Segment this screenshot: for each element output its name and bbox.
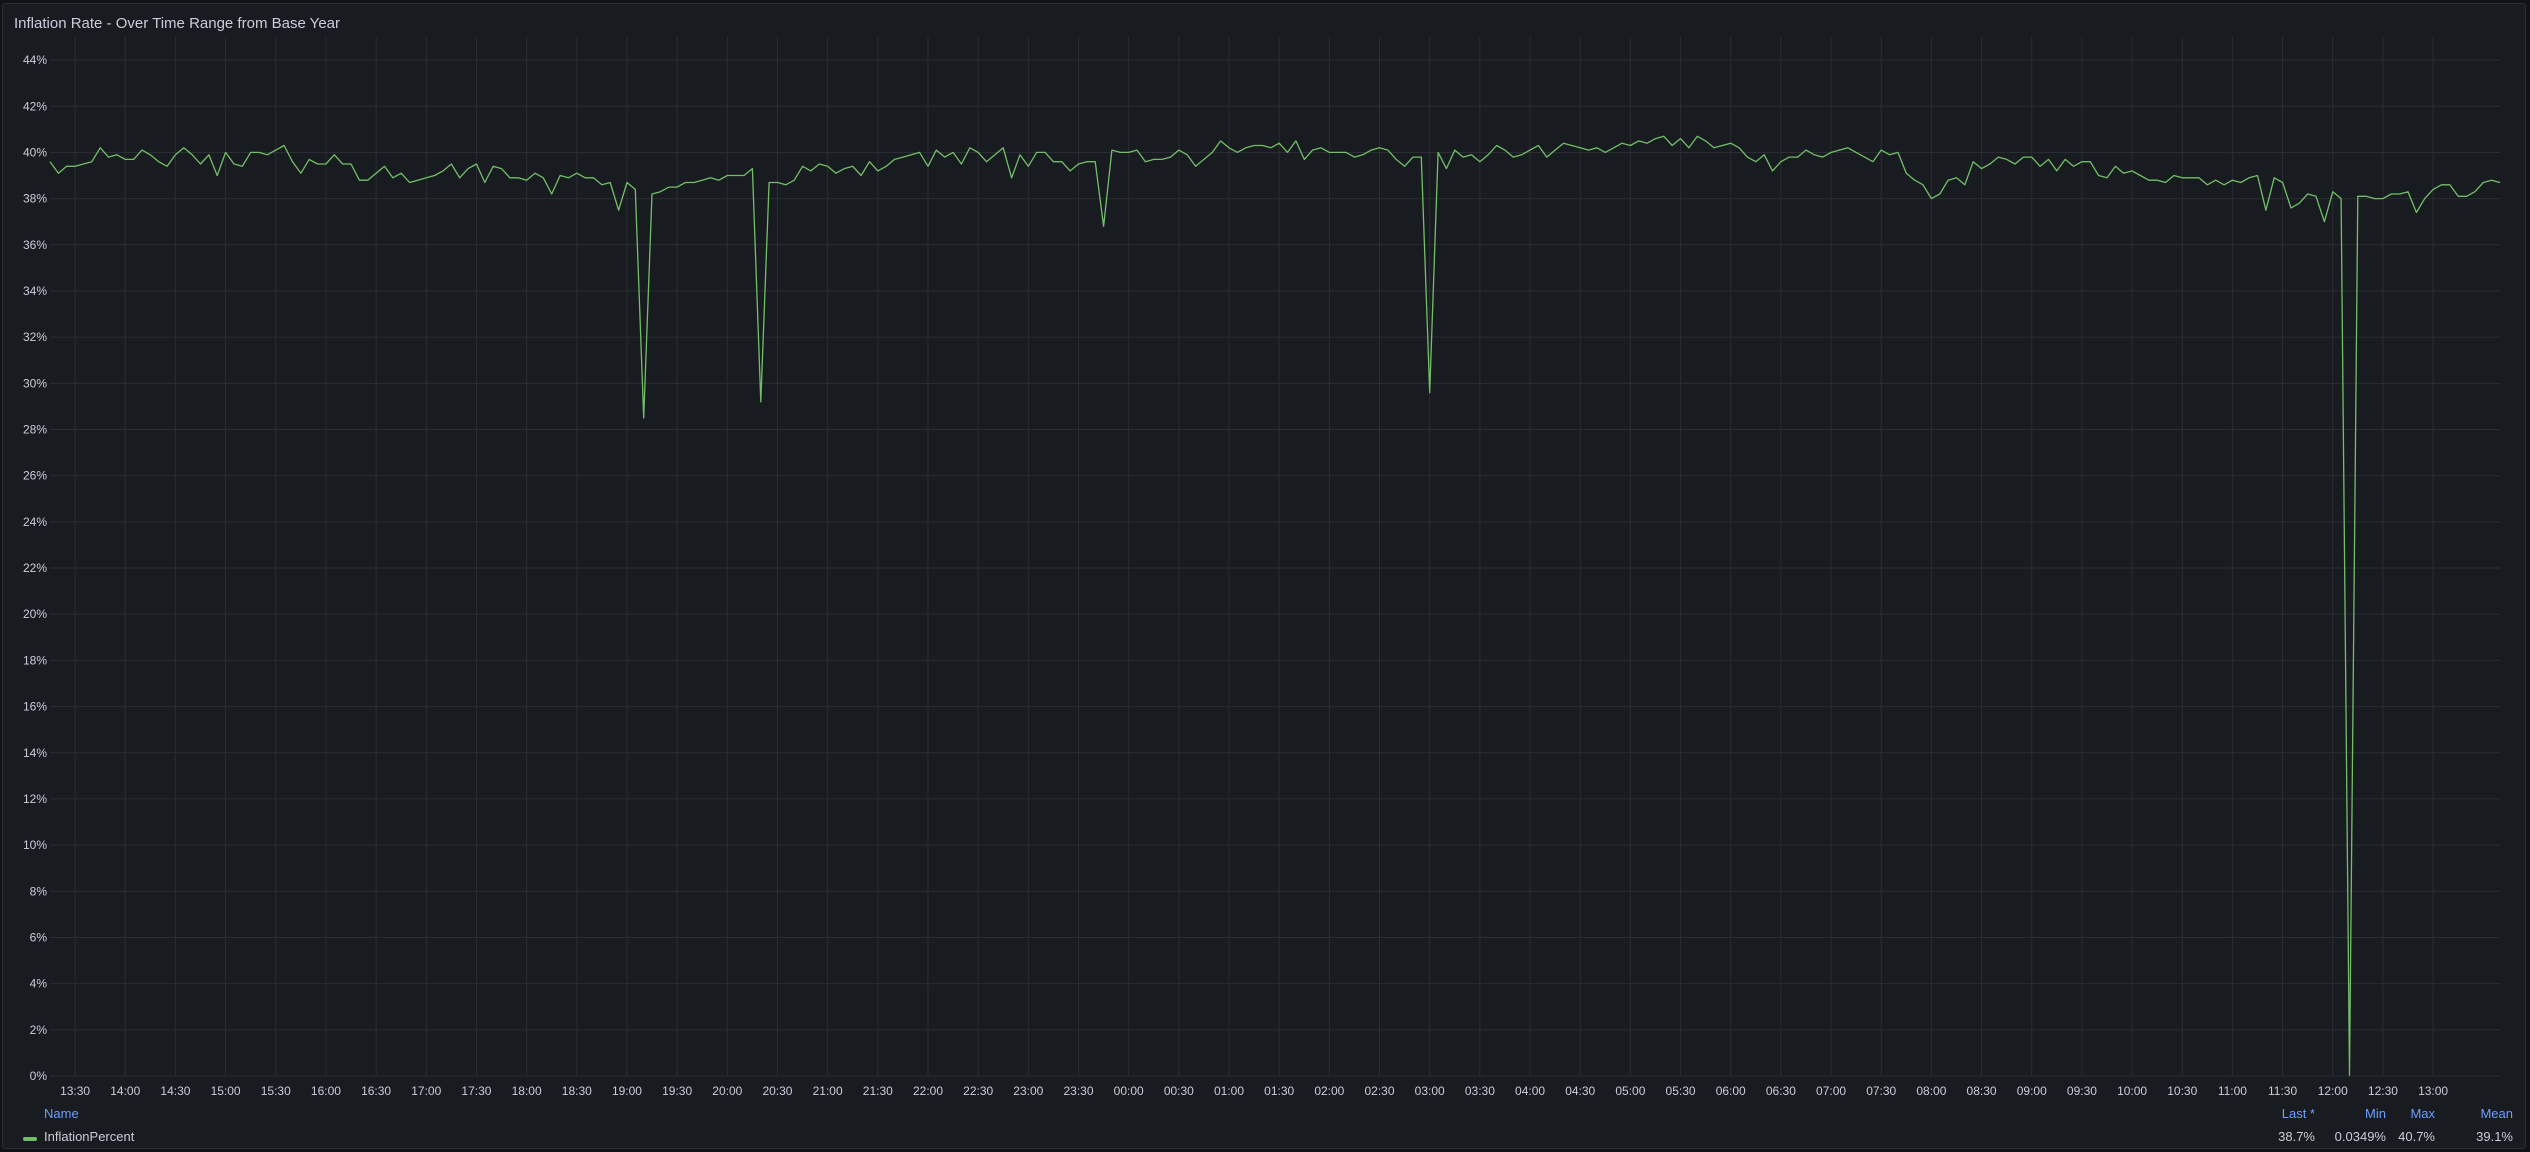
- x-tick-label: 21:30: [863, 1084, 893, 1098]
- x-tick-label: 00:30: [1164, 1084, 1194, 1098]
- x-tick-label: 15:30: [261, 1084, 291, 1098]
- legend-max-value: 40.7%: [2398, 1129, 2435, 1144]
- y-tick-label: 18%: [23, 653, 47, 667]
- x-axis-ticks: 13:30 14:00 14:30 15:00 15:30 16:00 16:30 17:00…: [60, 1084, 2448, 1098]
- x-tick-label: 18:00: [512, 1084, 542, 1098]
- y-tick-label: 34%: [23, 284, 47, 298]
- x-tick-label: 01:30: [1264, 1084, 1294, 1098]
- y-tick-label: 16%: [23, 700, 47, 714]
- x-tick-label: 23:30: [1063, 1084, 1093, 1098]
- x-tick-label: 14:00: [110, 1084, 140, 1098]
- x-tick-label: 20:30: [762, 1084, 792, 1098]
- x-tick-label: 09:00: [2017, 1084, 2047, 1098]
- x-tick-label: 07:30: [1866, 1084, 1896, 1098]
- x-tick-label: 19:00: [612, 1084, 642, 1098]
- x-tick-label: 16:00: [311, 1084, 341, 1098]
- line-chart[interactable]: 0% 2% 4% 6% 8% 10% 12% 14% 16% 18% 20% 22% 24% 26% 28%…: [3, 4, 2527, 1104]
- x-tick-label: 02:00: [1314, 1084, 1344, 1098]
- y-tick-label: 36%: [23, 238, 47, 252]
- x-tick-label: 20:00: [712, 1084, 742, 1098]
- y-tick-label: 44%: [23, 53, 47, 67]
- legend-series-swatch: [23, 1137, 37, 1141]
- legend-header-name[interactable]: Name: [44, 1106, 79, 1121]
- x-tick-label: 10:30: [2167, 1084, 2197, 1098]
- x-tick-label: 03:00: [1415, 1084, 1445, 1098]
- x-tick-label: 14:30: [160, 1084, 190, 1098]
- x-tick-label: 22:00: [913, 1084, 943, 1098]
- y-tick-label: 14%: [23, 746, 47, 760]
- legend-last-value: 38.7%: [2278, 1129, 2315, 1144]
- timeseries-panel: Inflation Rate - Over Time Range from Ba…: [2, 3, 2526, 1149]
- grid-lines: [50, 37, 2500, 1077]
- x-tick-label: 19:30: [662, 1084, 692, 1098]
- x-tick-label: 06:30: [1766, 1084, 1796, 1098]
- y-tick-label: 10%: [23, 838, 47, 852]
- x-tick-label: 06:00: [1716, 1084, 1746, 1098]
- x-tick-label: 17:30: [461, 1084, 491, 1098]
- y-tick-label: 26%: [23, 469, 47, 483]
- x-tick-label: 04:30: [1565, 1084, 1595, 1098]
- legend-row[interactable]: InflationPercent 38.7% 0.0349% 40.7% 39.…: [3, 1128, 2527, 1148]
- x-tick-label: 23:00: [1013, 1084, 1043, 1098]
- x-tick-label: 22:30: [963, 1084, 993, 1098]
- x-tick-label: 11:00: [2218, 1084, 2247, 1098]
- x-tick-label: 17:00: [411, 1084, 441, 1098]
- x-tick-label: 13:30: [60, 1084, 90, 1098]
- x-tick-label: 03:30: [1465, 1084, 1495, 1098]
- legend-series-name[interactable]: InflationPercent: [44, 1129, 134, 1144]
- x-tick-label: 21:00: [813, 1084, 843, 1098]
- x-tick-label: 11:30: [2268, 1084, 2297, 1098]
- y-tick-label: 0%: [30, 1069, 48, 1083]
- x-tick-label: 09:30: [2067, 1084, 2097, 1098]
- y-tick-label: 42%: [23, 99, 47, 113]
- x-tick-label: 07:00: [1816, 1084, 1846, 1098]
- y-tick-label: 24%: [23, 515, 47, 529]
- x-tick-label: 04:00: [1515, 1084, 1545, 1098]
- legend-header: Name Last * Min Max Mean: [3, 1106, 2527, 1126]
- x-tick-label: 05:00: [1615, 1084, 1645, 1098]
- y-tick-label: 6%: [30, 930, 48, 944]
- legend-mean-value: 39.1%: [2476, 1129, 2513, 1144]
- x-tick-label: 15:00: [211, 1084, 241, 1098]
- x-tick-label: 18:30: [562, 1084, 592, 1098]
- legend-header-max[interactable]: Max: [2355, 1106, 2435, 1121]
- y-tick-label: 4%: [30, 977, 48, 991]
- x-tick-label: 16:30: [361, 1084, 391, 1098]
- x-tick-label: 05:30: [1666, 1084, 1696, 1098]
- x-tick-label: 13:00: [2418, 1084, 2448, 1098]
- y-tick-label: 40%: [23, 145, 47, 159]
- x-tick-label: 08:00: [1916, 1084, 1946, 1098]
- y-tick-label: 30%: [23, 376, 47, 390]
- x-tick-label: 10:00: [2117, 1084, 2147, 1098]
- x-tick-label: 00:00: [1114, 1084, 1144, 1098]
- y-tick-label: 8%: [30, 884, 48, 898]
- y-tick-label: 22%: [23, 561, 47, 575]
- legend-header-last[interactable]: Last *: [2235, 1106, 2315, 1121]
- y-tick-label: 12%: [23, 792, 47, 806]
- y-axis-ticks: 0% 2% 4% 6% 8% 10% 12% 14% 16% 18% 20% 22% 24% 26% 28%…: [23, 53, 47, 1083]
- x-tick-label: 01:00: [1214, 1084, 1244, 1098]
- x-tick-label: 02:30: [1365, 1084, 1395, 1098]
- x-tick-label: 08:30: [1967, 1084, 1997, 1098]
- y-tick-label: 28%: [23, 423, 47, 437]
- y-tick-label: 32%: [23, 330, 47, 344]
- x-tick-label: 12:00: [2318, 1084, 2348, 1098]
- legend-header-mean[interactable]: Mean: [2433, 1106, 2513, 1121]
- y-tick-label: 20%: [23, 607, 47, 621]
- x-tick-label: 12:30: [2368, 1084, 2398, 1098]
- y-tick-label: 38%: [23, 192, 47, 206]
- y-tick-label: 2%: [30, 1023, 48, 1037]
